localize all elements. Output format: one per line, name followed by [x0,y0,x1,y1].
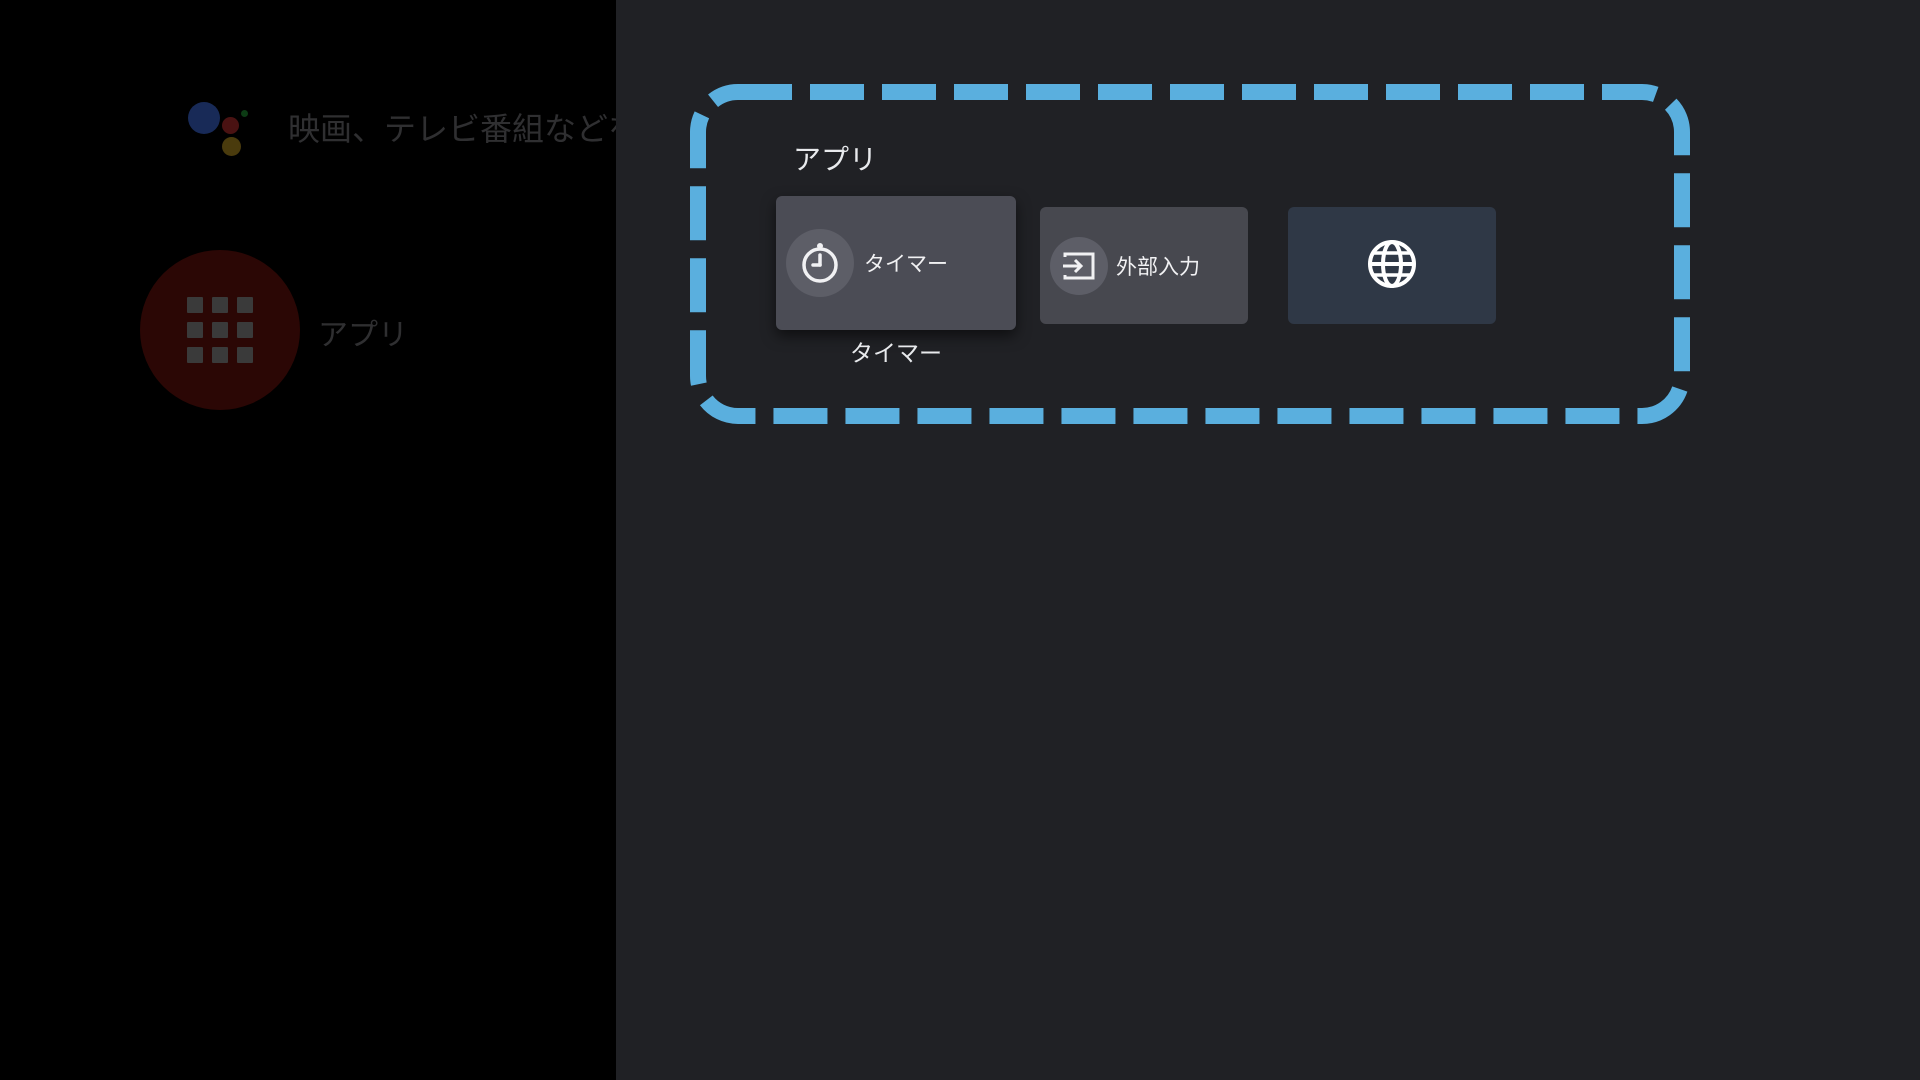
section-title: アプリ [793,143,878,176]
globe-icon [1366,238,1418,294]
timer-icon [786,229,854,297]
apps-launcher-button [140,250,300,410]
external-input-app-tile[interactable]: 外部入力 [1040,207,1248,324]
search-hint-text: 映画、テレビ番組などを [288,110,616,148]
browser-app-tile[interactable] [1288,207,1496,324]
timer-app-tile[interactable]: タイマー [776,196,1016,330]
input-source-icon [1050,236,1108,295]
background-home-screen: 映画、テレビ番組などを アプリ [0,0,616,1080]
timer-app-label: タイマー [864,252,948,276]
focused-tile-caption: タイマー [850,341,942,367]
external-input-app-label: 外部入力 [1116,254,1200,279]
apps-side-panel: アプリ タイマー 外部入力 タイマー [616,0,1920,1080]
apps-launcher-label: アプリ [318,318,408,353]
apps-grid-icon [187,297,253,363]
google-assistant-icon [186,100,250,158]
